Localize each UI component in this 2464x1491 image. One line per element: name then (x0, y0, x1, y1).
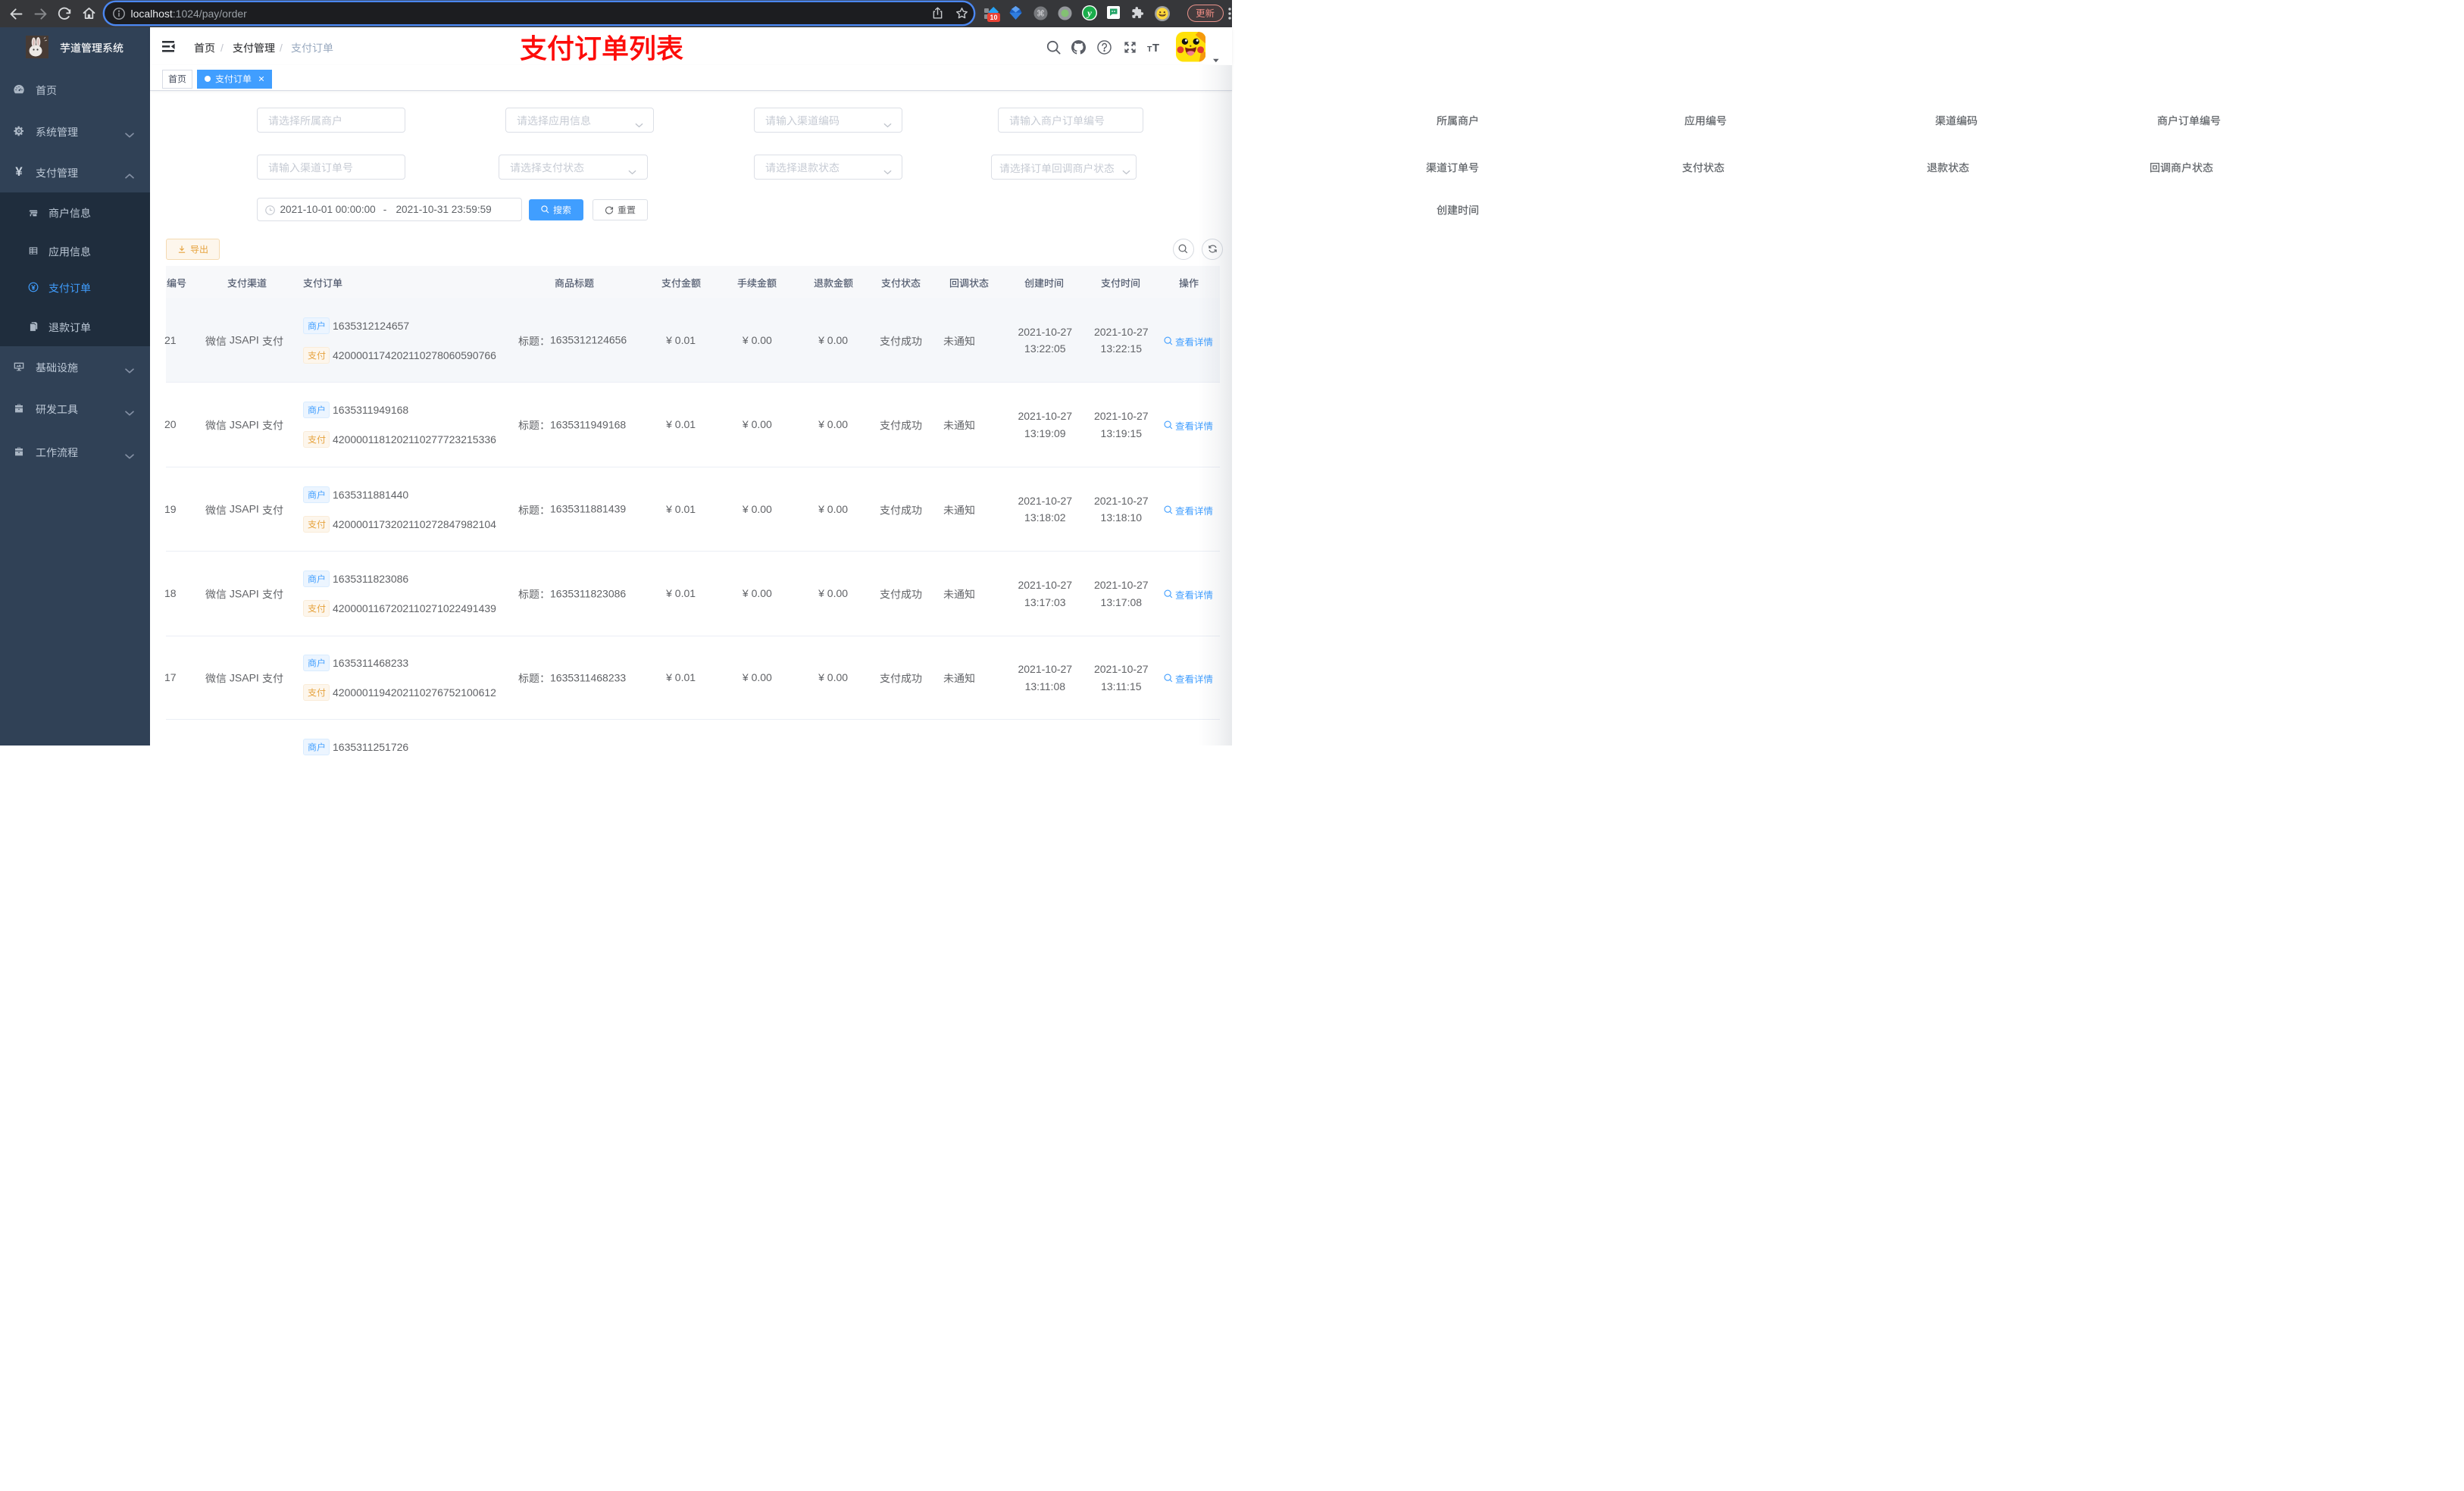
svg-text:⌘: ⌘ (1037, 9, 1045, 18)
svg-text:y: y (1086, 8, 1092, 19)
